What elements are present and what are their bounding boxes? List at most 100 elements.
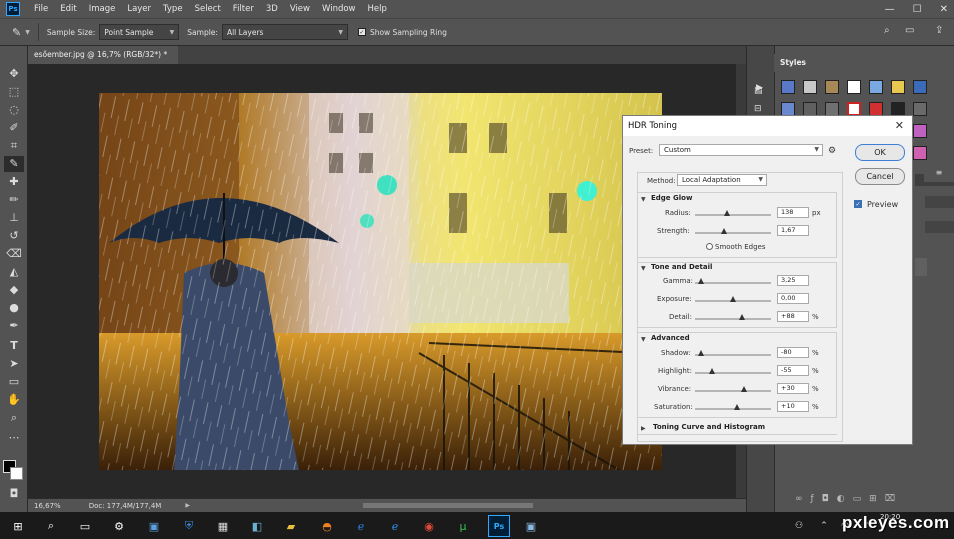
utorrent-app-icon[interactable]: µ xyxy=(454,517,472,535)
document-image[interactable] xyxy=(99,93,662,470)
rectangle-tool-icon[interactable]: ▭ xyxy=(4,374,24,390)
gamma-input[interactable]: 3,25 xyxy=(777,275,809,286)
styles-swatch[interactable] xyxy=(825,80,839,94)
styles-swatch[interactable] xyxy=(913,124,927,138)
mask-icon[interactable]: ◘ xyxy=(822,494,837,504)
quick-select-tool-icon[interactable]: ✐ xyxy=(4,120,24,136)
saturation-input[interactable]: +10 xyxy=(777,401,809,412)
healing-brush-tool-icon[interactable]: ✚ xyxy=(4,174,24,190)
marquee-tool-icon[interactable]: ⬚ xyxy=(4,84,24,100)
eraser-tool-icon[interactable]: ⌫ xyxy=(4,246,24,262)
calculator-app-icon[interactable]: ▦ xyxy=(214,517,232,535)
paint-bucket-tool-icon[interactable]: ◭ xyxy=(4,264,24,280)
blur-tool-icon[interactable]: ◆ xyxy=(4,282,24,298)
menu-3d[interactable]: 3D xyxy=(260,0,284,18)
internet-explorer-icon[interactable]: ℯ xyxy=(386,517,404,535)
trash-icon[interactable]: ⌧ xyxy=(885,494,903,504)
dodge-tool-icon[interactable]: ● xyxy=(4,300,24,316)
maximize-icon[interactable]: ☐ xyxy=(913,4,922,15)
styles-tab[interactable]: Styles xyxy=(774,54,808,72)
strength-input[interactable]: 1,67 xyxy=(777,225,809,236)
menu-window[interactable]: Window xyxy=(316,0,362,18)
minimize-icon[interactable]: — xyxy=(885,4,895,15)
detail-slider-thumb[interactable] xyxy=(739,314,746,320)
strength-slider-thumb[interactable] xyxy=(720,228,727,234)
menu-filter[interactable]: Filter xyxy=(227,0,260,18)
highlight-input[interactable]: -55 xyxy=(777,365,809,376)
link-icon[interactable]: ∞ xyxy=(795,494,811,504)
highlight-slider[interactable] xyxy=(695,372,771,374)
shadow-slider-thumb[interactable] xyxy=(698,350,705,356)
detail-slider[interactable] xyxy=(695,318,771,320)
gamma-slider-thumb[interactable] xyxy=(698,278,705,284)
smooth-edges-radio[interactable] xyxy=(706,243,713,250)
menu-edit[interactable]: Edit xyxy=(54,0,82,18)
share-icon[interactable]: ⇪ xyxy=(935,25,943,36)
preset-select[interactable]: Custom ▼ xyxy=(659,144,823,156)
shadow-slider[interactable] xyxy=(695,354,771,356)
styles-swatch[interactable] xyxy=(781,80,795,94)
preview-checkbox[interactable]: ✓ xyxy=(854,200,862,208)
tray-chevron-icon[interactable]: ⌃ xyxy=(815,517,833,535)
radius-slider-thumb[interactable] xyxy=(723,210,730,216)
type-tool-icon[interactable]: T xyxy=(4,338,24,354)
defender-app-icon[interactable]: ⛨ xyxy=(180,517,198,535)
notes-app-icon[interactable]: ◧ xyxy=(248,517,266,535)
menu-view[interactable]: View xyxy=(284,0,316,18)
styles-swatch[interactable] xyxy=(913,146,927,160)
horizontal-scrollbar[interactable] xyxy=(363,503,533,508)
close-icon[interactable]: ✕ xyxy=(895,119,904,132)
menu-help[interactable]: Help xyxy=(362,0,393,18)
layer-thumb[interactable] xyxy=(915,258,927,276)
hand-tool-icon[interactable]: ✋ xyxy=(4,392,24,408)
chevron-down-icon[interactable]: ▼ xyxy=(25,29,30,36)
people-icon[interactable]: ⚇ xyxy=(790,517,808,535)
chevron-right-icon[interactable]: ▶ xyxy=(185,502,190,509)
chrome-browser-icon[interactable]: ◉ xyxy=(420,517,438,535)
zoom-level[interactable]: 16,67% xyxy=(34,502,61,510)
collapse-triangle-icon[interactable]: ▼ xyxy=(641,265,646,272)
styles-swatch[interactable] xyxy=(847,102,861,116)
styles-swatch[interactable] xyxy=(825,102,839,116)
gear-icon[interactable]: ⚙ xyxy=(828,146,836,156)
method-select[interactable]: Local Adaptation ▼ xyxy=(677,174,767,186)
workspace-icon[interactable]: ▭ xyxy=(905,25,914,36)
expand-triangle-icon[interactable]: ▶ xyxy=(641,425,646,432)
photos-app-icon[interactable]: ▣ xyxy=(145,517,163,535)
menu-type[interactable]: Type xyxy=(157,0,189,18)
background-color-swatch[interactable] xyxy=(10,467,23,480)
sample-size-select[interactable]: Point Sample ▼ xyxy=(99,24,180,40)
edge-browser-icon[interactable]: ℯ xyxy=(352,517,370,535)
settings-gear-icon[interactable]: ⚙ xyxy=(110,517,128,535)
saturation-slider-thumb[interactable] xyxy=(733,404,740,410)
history-brush-tool-icon[interactable]: ↺ xyxy=(4,228,24,244)
task-view-icon[interactable]: ▭ xyxy=(76,517,94,535)
styles-swatch[interactable] xyxy=(803,80,817,94)
styles-swatch[interactable] xyxy=(891,80,905,94)
collapse-triangle-icon[interactable]: ▼ xyxy=(641,196,646,203)
quick-mask-icon[interactable]: ◘ xyxy=(4,486,24,502)
show-sampling-ring-checkbox[interactable]: ✓ xyxy=(357,28,366,36)
styles-swatch[interactable] xyxy=(869,80,883,94)
folder-icon[interactable]: ▭ xyxy=(853,494,870,504)
styles-swatch[interactable] xyxy=(913,102,927,116)
pen-tool-icon[interactable]: ✒ xyxy=(4,318,24,334)
menu-select[interactable]: Select xyxy=(189,0,227,18)
styles-swatch[interactable] xyxy=(913,80,927,94)
windows-start-icon[interactable]: ⊞ xyxy=(9,517,27,535)
crop-tool-icon[interactable]: ⌗ xyxy=(4,138,24,154)
snipping-tool-icon[interactable]: ▣ xyxy=(522,517,540,535)
close-icon[interactable]: ✕ xyxy=(940,4,948,15)
file-explorer-icon[interactable]: ▰ xyxy=(282,517,300,535)
search-icon[interactable]: ⌕ xyxy=(884,25,890,36)
styles-swatch[interactable] xyxy=(847,80,861,94)
menu-image[interactable]: Image xyxy=(83,0,122,18)
styles-swatch[interactable] xyxy=(891,102,905,116)
play-icon[interactable]: ▶ xyxy=(756,83,763,93)
brush-tool-icon[interactable]: ✏ xyxy=(4,192,24,208)
photoshop-taskbar-icon[interactable]: Ps xyxy=(488,515,510,537)
vibrance-slider-thumb[interactable] xyxy=(740,386,747,392)
highlight-slider-thumb[interactable] xyxy=(708,368,715,374)
styles-swatch[interactable] xyxy=(869,102,883,116)
new-layer-icon[interactable]: ⊞ xyxy=(869,494,885,504)
